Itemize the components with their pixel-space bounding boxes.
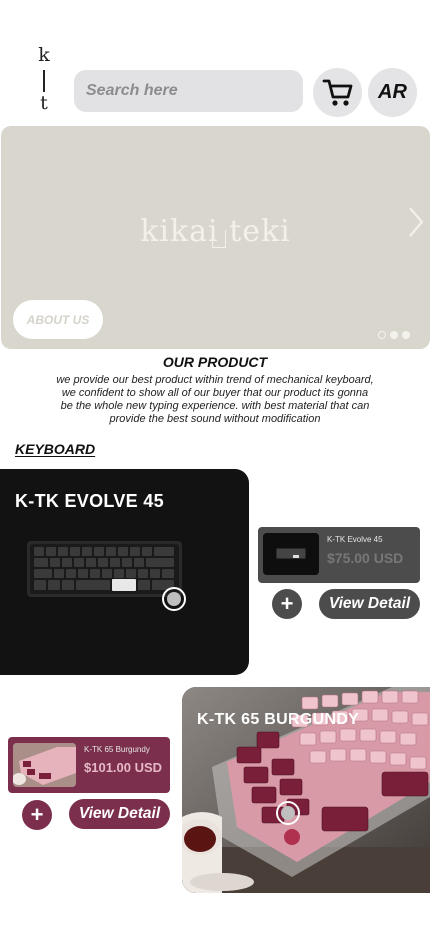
product-thumbnail — [263, 533, 319, 575]
product-mini-card-evolve-45[interactable]: K-TK Evolve 45 $75.00 USD — [258, 527, 420, 583]
logo-divider — [43, 70, 45, 92]
search-input[interactable] — [74, 70, 303, 112]
about-us-button[interactable]: ABOUT US — [13, 300, 103, 339]
hero-logo-mark — [212, 230, 226, 248]
product-price: $75.00 USD — [327, 550, 404, 566]
product-thumbnail — [13, 743, 76, 787]
product-title: K-TK EVOLVE 45 — [15, 491, 164, 511]
cart-icon — [322, 79, 352, 106]
product-name: K-TK 65 Burgundy — [84, 745, 150, 754]
product-card-65-burgundy[interactable]: K-TK 65 BURGUNDY — [182, 687, 430, 893]
logo-letter-t: t — [40, 92, 48, 114]
language-toggle-button[interactable]: AR — [368, 68, 417, 117]
keyboard-thumbnail-image — [13, 743, 76, 787]
cart-button[interactable] — [313, 68, 362, 117]
product-hotspot[interactable] — [276, 801, 300, 825]
keyboard-image — [27, 541, 182, 597]
section-description: we provide our best product within trend… — [56, 374, 374, 425]
carousel-dot[interactable] — [378, 331, 386, 339]
chevron-right-icon[interactable] — [402, 204, 428, 240]
search-bar — [74, 70, 303, 112]
keyboard-thumbnail-image — [263, 533, 319, 575]
add-to-cart-button[interactable]: + — [22, 800, 52, 830]
add-to-cart-button[interactable]: + — [272, 589, 302, 619]
view-detail-button[interactable]: View Detail — [319, 589, 420, 619]
product-mini-card-65-burgundy[interactable]: K-TK 65 Burgundy $101.00 USD — [8, 737, 170, 793]
section-title: OUR PRODUCT — [162, 354, 268, 370]
logo-letter-k: k — [38, 44, 50, 66]
product-card-evolve-45[interactable]: K-TK EVOLVE 45 — [0, 469, 249, 675]
category-label: KEYBOARD — [15, 441, 96, 457]
product-name: K-TK Evolve 45 — [327, 535, 383, 544]
carousel-indicators — [378, 331, 410, 339]
view-detail-button[interactable]: View Detail — [69, 799, 170, 829]
hero-banner: kikai teki ABOUT US — [1, 126, 430, 349]
product-hotspot[interactable] — [162, 587, 186, 611]
product-price: $101.00 USD — [84, 760, 163, 775]
product-title: K-TK 65 BURGUNDY — [197, 711, 360, 728]
brand-logo[interactable]: k t — [30, 46, 58, 118]
carousel-dot[interactable] — [402, 331, 410, 339]
carousel-dot[interactable] — [390, 331, 398, 339]
